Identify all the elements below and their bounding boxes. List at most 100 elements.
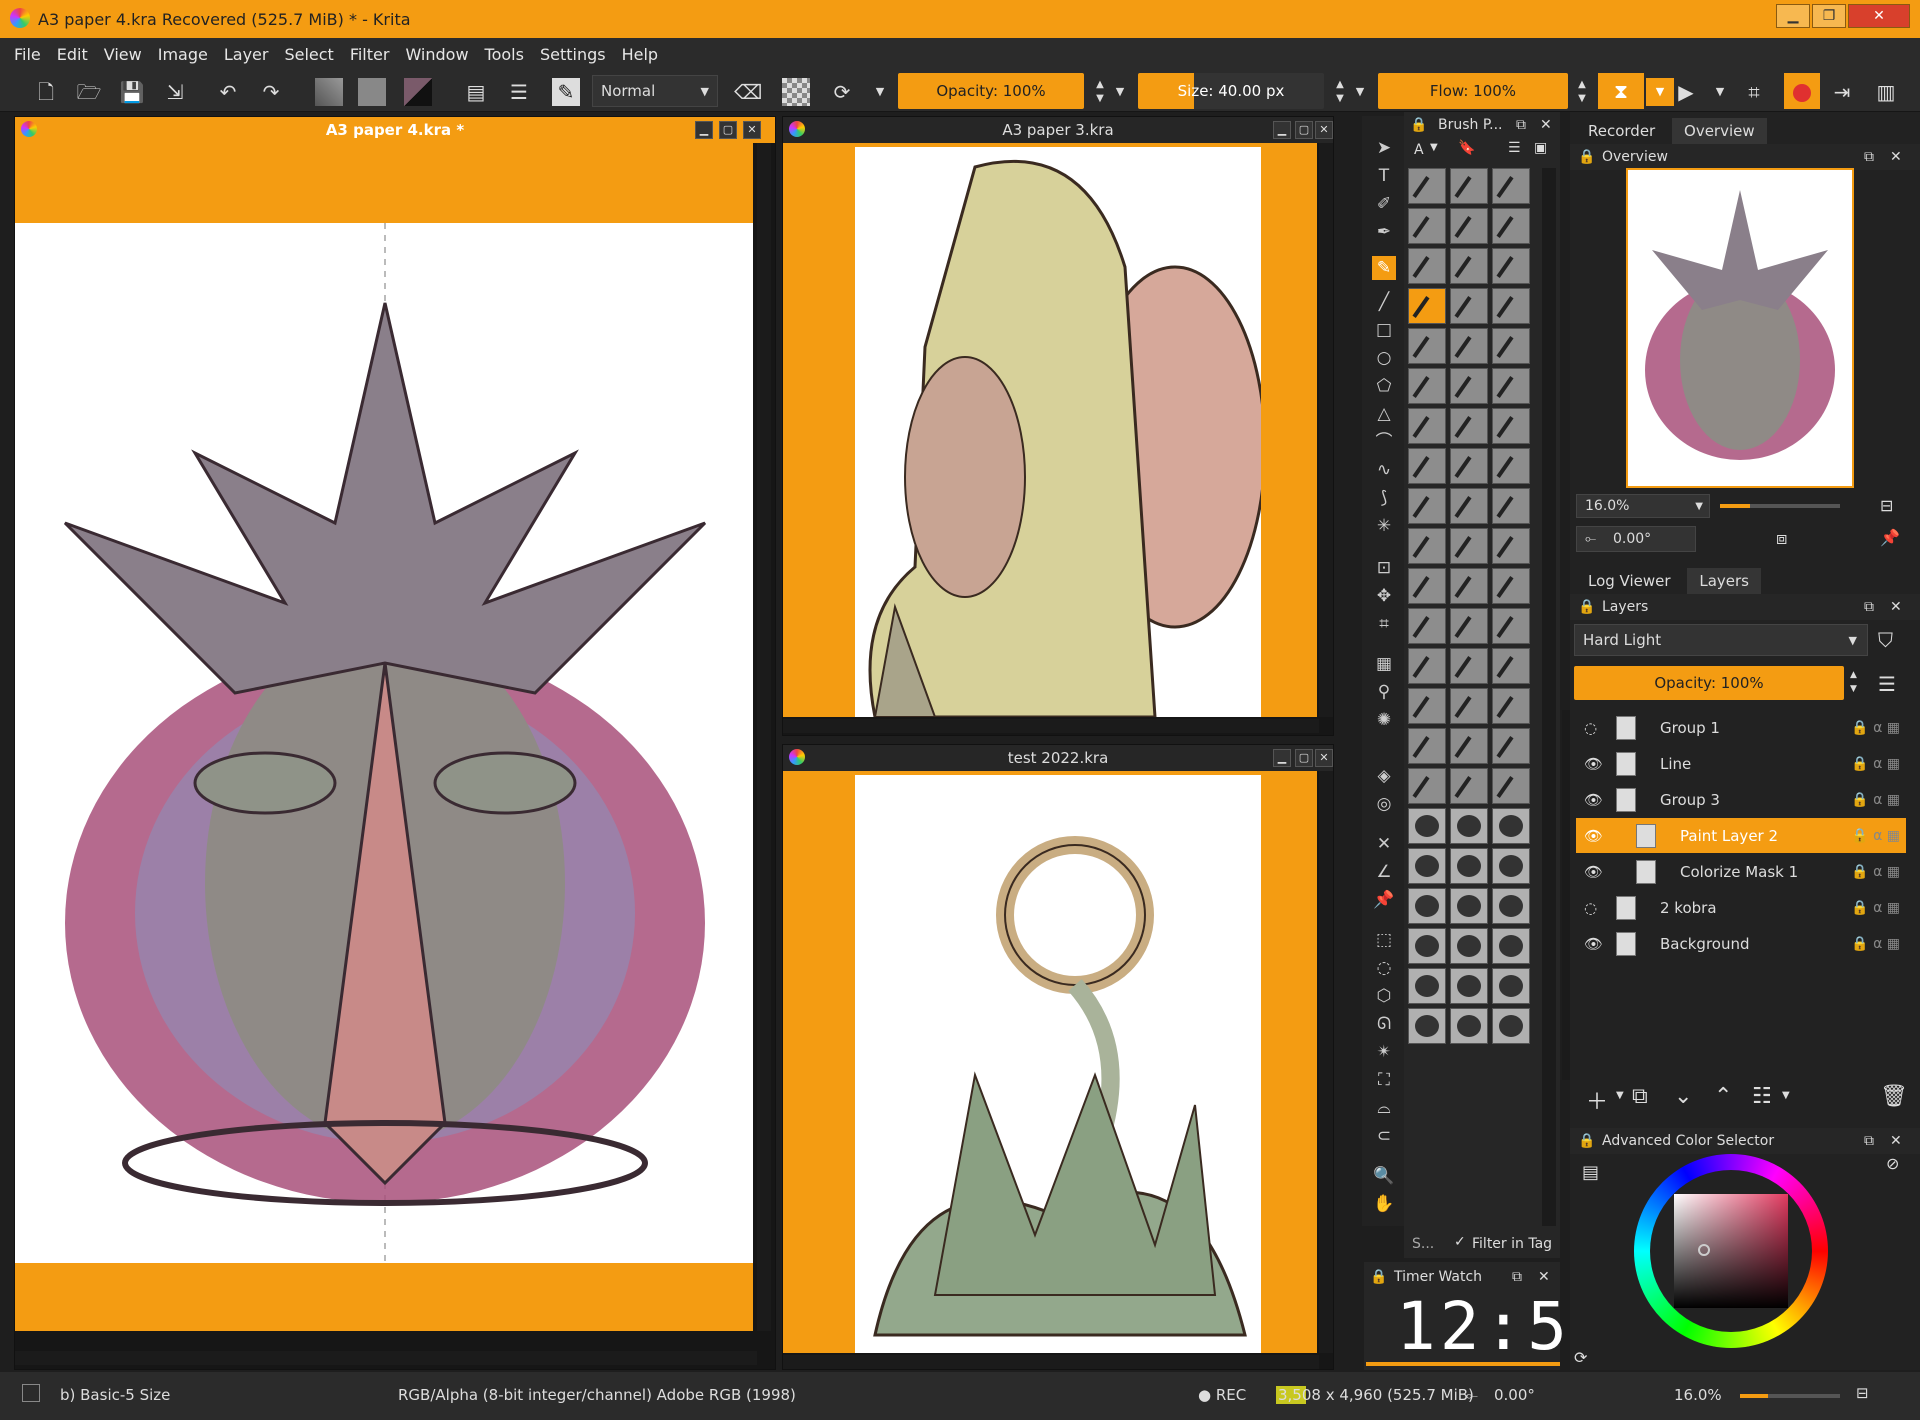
layer-row[interactable]: 👁 Line 🔒 α ▦ [1576, 746, 1906, 781]
brush-preset[interactable] [1492, 688, 1530, 724]
overview-zoom-select[interactable]: 16.0% ▼ [1576, 494, 1710, 518]
minimize-button[interactable]: ▁ [1776, 4, 1810, 28]
bezier-select-icon[interactable]: ⌓ [1372, 1096, 1396, 1120]
assistant-tool-icon[interactable]: ✕ [1372, 832, 1396, 856]
tab-overview[interactable]: Overview [1672, 118, 1767, 144]
brush-preset[interactable] [1450, 928, 1488, 964]
brush-preset[interactable] [1492, 848, 1530, 884]
layer-lock-alpha-icons[interactable]: 🔒 α ▦ [1851, 936, 1900, 952]
brush-preset[interactable] [1408, 208, 1446, 244]
close-doc-button[interactable]: ✕ [743, 121, 761, 139]
menu-window[interactable]: Window [405, 45, 468, 64]
overview-thumbnail[interactable] [1626, 168, 1854, 488]
brush-preset[interactable] [1408, 648, 1446, 684]
fit-view-icon[interactable]: ⊟ [1880, 496, 1893, 515]
brush-preset[interactable] [1492, 368, 1530, 404]
hamburger-menu-icon[interactable]: ☰ [1878, 672, 1896, 696]
menu-settings[interactable]: Settings [540, 45, 606, 64]
open-folder-icon[interactable]: 🗁 [75, 78, 103, 106]
brush-preset[interactable] [1408, 568, 1446, 604]
brush-presets-scrollbar[interactable] [1542, 168, 1556, 1226]
smart-patch-icon[interactable]: ✺ [1372, 708, 1396, 732]
brush-preset[interactable] [1492, 328, 1530, 364]
filter-icon[interactable]: ⛉ [1878, 628, 1893, 652]
measure-tool-icon[interactable]: ∠ [1372, 860, 1396, 884]
gradient-tool-icon[interactable]: ▦ [1372, 652, 1396, 676]
color-picker-icon[interactable]: ⚲ [1372, 680, 1396, 704]
layer-row[interactable]: 👁 Background 🔒 α ▦ [1576, 926, 1906, 961]
brush-preset[interactable] [1408, 448, 1446, 484]
vertical-scrollbar[interactable] [1319, 771, 1333, 1353]
chevron-down-icon[interactable]: ▼ [1346, 78, 1374, 106]
brush-settings-icon[interactable]: ▤ [462, 78, 490, 106]
pin-icon[interactable]: 📌 [1880, 528, 1900, 547]
brush-preset[interactable] [1450, 608, 1488, 644]
layer-opacity-slider[interactable]: Opacity: 100% [1574, 666, 1844, 700]
lock-icon[interactable]: 🔒 [1578, 149, 1595, 165]
color-space-info[interactable]: RGB/Alpha (8-bit integer/channel) Adobe … [398, 1386, 796, 1404]
canvas-rotation[interactable]: 0.00° [1494, 1386, 1535, 1404]
float-docker-icon[interactable]: ⧉ [1864, 149, 1874, 165]
tab-layers[interactable]: Layers [1687, 568, 1761, 594]
lock-icon[interactable]: 🔒 [1578, 1133, 1595, 1149]
document-title-bar[interactable]: A3 paper 3.kra ▁ ▢ ✕ [783, 117, 1333, 143]
size-slider[interactable]: Size: 40.00 px [1138, 73, 1324, 109]
close-docker-icon[interactable]: ✕ [1890, 599, 1902, 615]
multibrush-icon[interactable]: ✳ [1372, 514, 1396, 538]
chevron-down-icon[interactable]: ▼ [1782, 1090, 1790, 1101]
maximize-button[interactable]: ❐ [1812, 4, 1846, 28]
tag-select[interactable]: A [1414, 142, 1424, 158]
layer-lock-alpha-icons[interactable]: 🔒 α ▦ [1851, 864, 1900, 880]
close-button[interactable]: ✕ [1848, 4, 1910, 28]
freehand-select-icon[interactable]: ᘏ [1372, 1012, 1396, 1036]
mirror-view-icon[interactable]: ⧈ [1776, 528, 1787, 549]
brush-preset[interactable] [1408, 968, 1446, 1004]
contiguous-select-icon[interactable]: ✴ [1372, 1040, 1396, 1064]
overview-zoom-slider[interactable] [1720, 504, 1840, 508]
brush-preset[interactable] [1450, 288, 1488, 324]
brush-preset[interactable] [1450, 328, 1488, 364]
duplicate-layer-icon[interactable]: ⧉ [1632, 1084, 1648, 1109]
menu-select[interactable]: Select [284, 45, 333, 64]
export-icon[interactable]: ⇲ [161, 78, 189, 106]
close-doc-button[interactable]: ✕ [1315, 121, 1333, 139]
chevron-down-icon[interactable]: ▼ [866, 78, 894, 106]
spin-arrows-icon[interactable]: ▲ ▼ [1850, 668, 1857, 696]
rectangle-tool-icon[interactable]: □ [1372, 318, 1396, 342]
record-icon[interactable] [1784, 73, 1820, 109]
layout-icon[interactable]: ▥ [1872, 78, 1900, 106]
color-picker-handle[interactable] [1698, 1244, 1710, 1256]
chevron-down-icon[interactable]: ▼ [1616, 1090, 1624, 1101]
pan-tool-icon[interactable]: ✋ [1372, 1192, 1396, 1216]
minimize-doc-button[interactable]: ▁ [695, 121, 713, 139]
brush-preset[interactable] [1492, 448, 1530, 484]
menu-view[interactable]: View [104, 45, 142, 64]
document-window-3[interactable]: test 2022.kra ▁ ▢ ✕ [782, 744, 1334, 1370]
polyline-tool-icon[interactable]: △ [1372, 402, 1396, 426]
brush-preview-icon[interactable] [22, 1384, 40, 1402]
close-docker-icon[interactable]: ✕ [1890, 149, 1902, 165]
view-mode-icon[interactable]: ▣ [1534, 140, 1547, 156]
document-title-bar[interactable]: test 2022.kra ▁ ▢ ✕ [783, 745, 1333, 771]
brush-preset[interactable] [1450, 248, 1488, 284]
brush-preset[interactable] [1408, 408, 1446, 444]
layer-row[interactable]: 👁 Paint Layer 2 🔒 α ▦ [1576, 818, 1906, 853]
delete-layer-icon[interactable]: 🗑 [1880, 1084, 1908, 1109]
layer-properties-icon[interactable]: ☷ [1752, 1084, 1772, 1109]
lock-icon[interactable]: 🔒 [1370, 1269, 1387, 1285]
brush-preset[interactable] [1492, 928, 1530, 964]
bookmark-icon[interactable]: 🔖 [1458, 140, 1475, 156]
brush-preset[interactable] [1408, 728, 1446, 764]
line-tool-icon[interactable]: ╱ [1372, 290, 1396, 314]
transform-tool-icon[interactable]: ⊡ [1372, 556, 1396, 580]
layer-row[interactable]: 👁 Colorize Mask 1 🔒 α ▦ [1576, 854, 1906, 889]
workspace-icon[interactable]: ⇥ [1828, 78, 1856, 106]
crop-tool-icon[interactable]: ⌗ [1372, 612, 1396, 636]
fill-tool-icon[interactable]: ◈ [1372, 764, 1396, 788]
reference-tool-icon[interactable]: 📌 [1372, 888, 1396, 912]
brush-preset[interactable] [1492, 168, 1530, 204]
wrap-around-icon[interactable]: ⌗ [1740, 78, 1768, 106]
refresh-icon[interactable]: ⟳ [1574, 1348, 1587, 1367]
similar-select-icon[interactable]: ⛶ [1372, 1068, 1396, 1092]
close-docker-icon[interactable]: ✕ [1538, 1269, 1550, 1285]
